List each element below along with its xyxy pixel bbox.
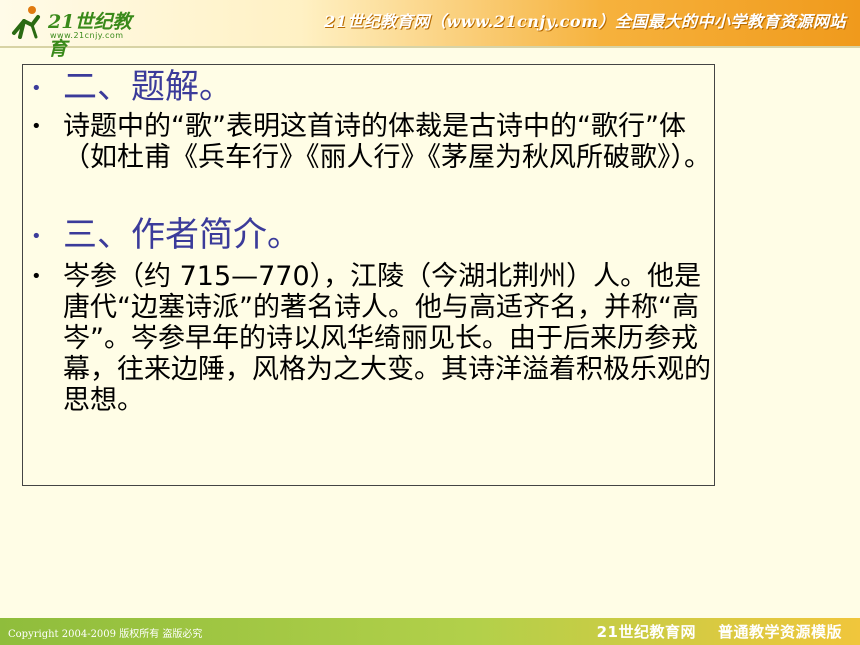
logo-url: www.21cnjy.com (50, 31, 124, 40)
content-box: • 二、题解。 • 诗题中的“歌”表明这首诗的体裁是古诗中的“歌行”体（如杜甫《… (22, 64, 715, 486)
paragraph-text: 诗题中的“歌”表明这首诗的体裁是古诗中的“歌行”体（如杜甫《兵车行》《丽人行》《… (63, 111, 711, 173)
bullet: • (31, 78, 42, 99)
footer-branding: 21世纪教育网 普通教学资源模版 (597, 621, 842, 642)
heading-text: 三、作者简介。 (63, 215, 301, 255)
bullet: • (31, 226, 42, 247)
bullet: • (31, 116, 42, 137)
running-figure-icon (12, 6, 40, 39)
site-logo[interactable]: 21世纪教育 www.21cnjy.com (8, 3, 148, 60)
footer-site-name[interactable]: 21世纪教育网 (597, 623, 696, 641)
footer-template-label: 普通教学资源模版 (717, 623, 842, 641)
header-banner: 21世纪教育 www.21cnjy.com 21世纪教育网（www.21cnjy… (0, 0, 860, 60)
heading-text: 二、题解。 (63, 67, 233, 107)
footer-bar: Copyright 2004-2009 版权所有 盗版必究 21世纪教育网 普通教… (0, 618, 860, 645)
paragraph-text: 岑参（约 715—770），江陵（今湖北荆州）人。他是唐代“边塞诗派”的著名诗人… (63, 261, 711, 416)
copyright-notice: Copyright 2004-2009 版权所有 盗版必究 (8, 629, 203, 640)
header-slogan: 21世纪教育网（www.21cnjy.com）全国最大的中小学教育资源网站 (324, 12, 846, 31)
bullet: • (31, 266, 42, 287)
